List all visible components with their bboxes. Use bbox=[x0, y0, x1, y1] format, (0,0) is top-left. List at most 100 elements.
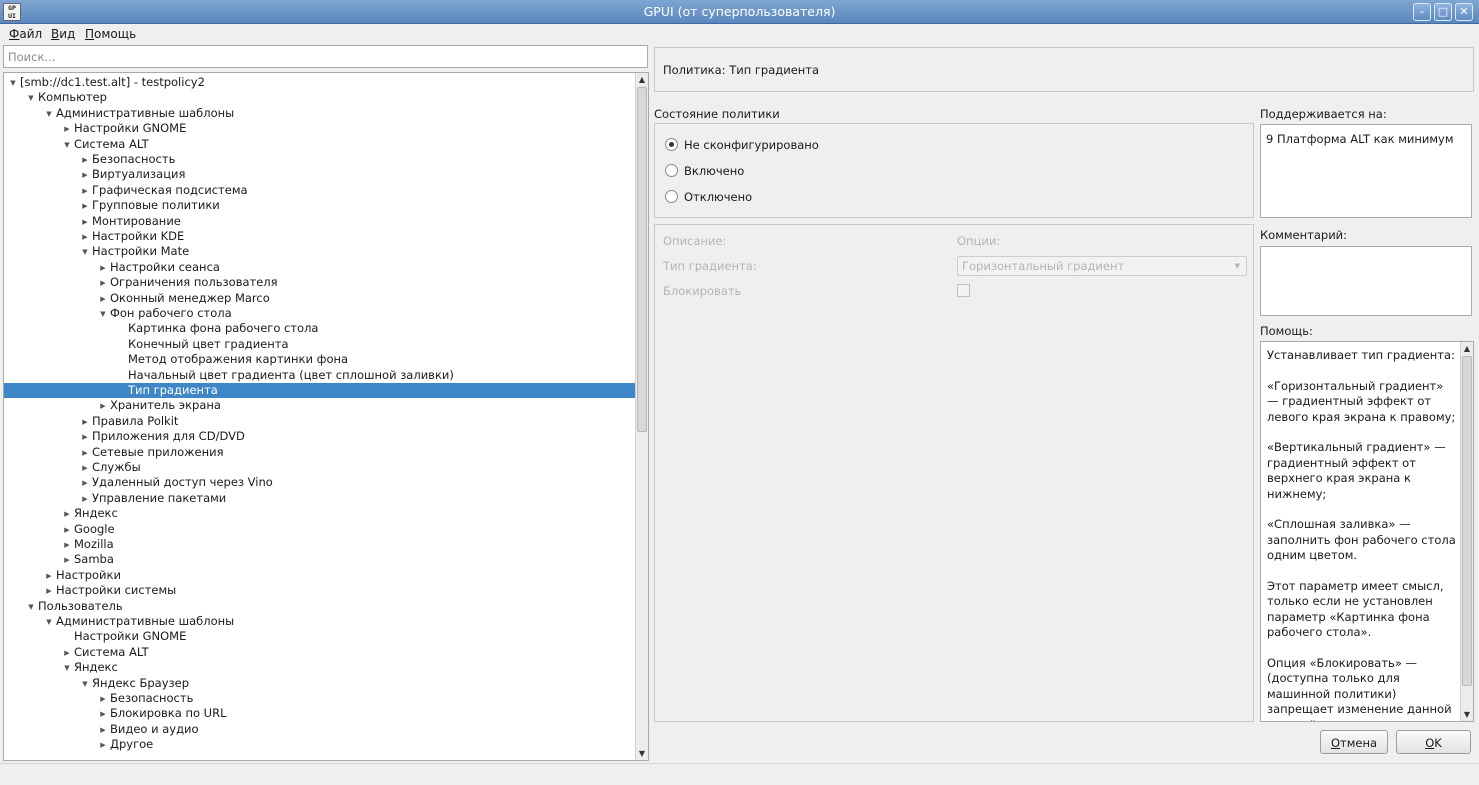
tree-item[interactable]: ▶ Сетевые приложения bbox=[4, 445, 636, 460]
radio-not-configured[interactable]: Не сконфигурировано bbox=[665, 137, 819, 153]
menu-file[interactable]: Файл bbox=[9, 27, 42, 41]
maximize-button[interactable]: □ bbox=[1434, 3, 1452, 21]
tree-item[interactable]: Картинка фона рабочего стола bbox=[4, 321, 636, 336]
expand-right-icon[interactable]: ▶ bbox=[96, 723, 110, 738]
expand-down-icon[interactable]: ▼ bbox=[78, 677, 92, 692]
tree-item[interactable]: ▶ Mozilla bbox=[4, 537, 636, 552]
expand-right-icon[interactable]: ▶ bbox=[78, 446, 92, 461]
tree-item[interactable]: ▶ Службы bbox=[4, 460, 636, 475]
tree-item[interactable]: ▼ Яндекс bbox=[4, 660, 636, 675]
scroll-thumb[interactable] bbox=[637, 87, 647, 432]
tree-item[interactable]: ▶ Настройки системы bbox=[4, 583, 636, 598]
tree-item[interactable]: ▼ [smb://dc1.test.alt] - testpolicy2 bbox=[4, 75, 636, 90]
expand-right-icon[interactable]: ▶ bbox=[78, 215, 92, 230]
expand-right-icon[interactable]: ▶ bbox=[60, 523, 74, 538]
tree-item[interactable]: ▶ Видео и аудио bbox=[4, 722, 636, 737]
comment-input[interactable] bbox=[1260, 246, 1472, 316]
tree-item[interactable]: ▶ Приложения для CD/DVD bbox=[4, 429, 636, 444]
tree-item[interactable]: ▶ Правила Polkit bbox=[4, 414, 636, 429]
scroll-thumb[interactable] bbox=[1462, 356, 1472, 686]
search-input[interactable] bbox=[3, 45, 648, 68]
expand-right-icon[interactable]: ▶ bbox=[60, 122, 74, 137]
help-scrollbar[interactable]: ▲ ▼ bbox=[1460, 342, 1473, 721]
tree-item[interactable]: ▶ Samba bbox=[4, 552, 636, 567]
tree-item[interactable]: ▶ Графическая подсистема bbox=[4, 183, 636, 198]
expand-down-icon[interactable]: ▼ bbox=[96, 307, 110, 322]
expand-down-icon[interactable]: ▼ bbox=[24, 600, 38, 615]
expand-down-icon[interactable]: ▼ bbox=[24, 91, 38, 106]
radio-checked-icon[interactable] bbox=[665, 138, 678, 151]
policy-tree[interactable]: ▼ [smb://dc1.test.alt] - testpolicy2 ▼ Комп… bbox=[3, 72, 649, 761]
tree-scrollbar[interactable]: ▲ ▼ bbox=[635, 73, 648, 760]
radio-icon[interactable] bbox=[665, 164, 678, 177]
tree-item[interactable]: ▼ Система ALT bbox=[4, 137, 636, 152]
tree-item[interactable]: ▶ Система ALT bbox=[4, 645, 636, 660]
lock-checkbox[interactable] bbox=[957, 284, 970, 297]
scroll-up-icon[interactable]: ▲ bbox=[1461, 342, 1473, 355]
expand-down-icon[interactable]: ▼ bbox=[6, 76, 20, 91]
expand-right-icon[interactable]: ▶ bbox=[42, 569, 56, 584]
expand-right-icon[interactable]: ▶ bbox=[78, 199, 92, 214]
expand-right-icon[interactable]: ▶ bbox=[96, 261, 110, 276]
expand-down-icon[interactable]: ▼ bbox=[42, 615, 56, 630]
expand-right-icon[interactable]: ▶ bbox=[78, 415, 92, 430]
tree-item[interactable]: ▶ Управление пакетами bbox=[4, 491, 636, 506]
tree-item[interactable]: ▶ Ограничения пользователя bbox=[4, 275, 636, 290]
scroll-down-icon[interactable]: ▼ bbox=[1461, 708, 1473, 721]
radio-disabled[interactable]: Отключено bbox=[665, 189, 752, 205]
expand-right-icon[interactable]: ▶ bbox=[78, 168, 92, 183]
tree-item[interactable]: ▶ Безопасность bbox=[4, 152, 636, 167]
expand-right-icon[interactable]: ▶ bbox=[96, 707, 110, 722]
tree-item[interactable]: Тип градиента bbox=[4, 383, 636, 399]
expand-down-icon[interactable]: ▼ bbox=[78, 245, 92, 260]
expand-right-icon[interactable]: ▶ bbox=[78, 492, 92, 507]
tree-item[interactable]: ▶ Групповые политики bbox=[4, 198, 636, 213]
tree-item[interactable]: ▶ Настройки сеанса bbox=[4, 260, 636, 275]
scroll-down-icon[interactable]: ▼ bbox=[636, 747, 648, 760]
tree-item[interactable]: Конечный цвет градиента bbox=[4, 337, 636, 352]
tree-item[interactable]: ▶ Виртуализация bbox=[4, 167, 636, 182]
expand-right-icon[interactable]: ▶ bbox=[78, 461, 92, 476]
tree-item[interactable]: Метод отображения картинки фона bbox=[4, 352, 636, 367]
expand-right-icon[interactable]: ▶ bbox=[78, 430, 92, 445]
ok-button[interactable]: OK bbox=[1396, 730, 1471, 754]
tree-item[interactable]: Настройки GNOME bbox=[4, 629, 636, 644]
menu-view[interactable]: Вид bbox=[51, 27, 75, 41]
expand-down-icon[interactable]: ▼ bbox=[60, 661, 74, 676]
expand-right-icon[interactable]: ▶ bbox=[60, 646, 74, 661]
expand-right-icon[interactable]: ▶ bbox=[60, 553, 74, 568]
tree-item[interactable]: ▼ Компьютер bbox=[4, 90, 636, 105]
tree-item[interactable]: ▶ Яндекс bbox=[4, 506, 636, 521]
tree-item[interactable]: ▶ Другое bbox=[4, 737, 636, 752]
menu-help[interactable]: Помощь bbox=[85, 27, 136, 41]
expand-right-icon[interactable]: ▶ bbox=[96, 399, 110, 414]
radio-icon[interactable] bbox=[665, 190, 678, 203]
expand-right-icon[interactable]: ▶ bbox=[60, 538, 74, 553]
expand-right-icon[interactable]: ▶ bbox=[60, 507, 74, 522]
expand-right-icon[interactable]: ▶ bbox=[96, 738, 110, 753]
expand-right-icon[interactable]: ▶ bbox=[78, 476, 92, 491]
tree-item[interactable]: ▼ Административные шаблоны bbox=[4, 614, 636, 629]
tree-item[interactable]: ▶ Блокировка по URL bbox=[4, 706, 636, 721]
tree-item[interactable]: ▶ Монтирование bbox=[4, 214, 636, 229]
minimize-button[interactable]: – bbox=[1413, 3, 1431, 21]
tree-item[interactable]: ▶ Настройки KDE bbox=[4, 229, 636, 244]
close-button[interactable]: ✕ bbox=[1455, 3, 1473, 21]
tree-item[interactable]: ▼ Административные шаблоны bbox=[4, 106, 636, 121]
expand-right-icon[interactable]: ▶ bbox=[42, 584, 56, 599]
cancel-button[interactable]: Отмена bbox=[1320, 730, 1388, 754]
tree-item[interactable]: ▼ Яндекс Браузер bbox=[4, 676, 636, 691]
tree-item[interactable]: ▼ Фон рабочего стола bbox=[4, 306, 636, 321]
expand-down-icon[interactable]: ▼ bbox=[42, 107, 56, 122]
expand-right-icon[interactable]: ▶ bbox=[96, 292, 110, 307]
tree-item[interactable]: ▼ Пользователь bbox=[4, 599, 636, 614]
expand-right-icon[interactable]: ▶ bbox=[96, 276, 110, 291]
tree-item[interactable]: ▶ Настройки GNOME bbox=[4, 121, 636, 136]
tree-item[interactable]: ▶ Google bbox=[4, 522, 636, 537]
radio-enabled[interactable]: Включено bbox=[665, 163, 744, 179]
tree-item[interactable]: ▶ Оконный менеджер Marco bbox=[4, 291, 636, 306]
tree-item[interactable]: ▼ Настройки Mate bbox=[4, 244, 636, 259]
tree-item[interactable]: ▶ Хранитель экрана bbox=[4, 398, 636, 413]
expand-right-icon[interactable]: ▶ bbox=[96, 692, 110, 707]
expand-right-icon[interactable]: ▶ bbox=[78, 230, 92, 245]
